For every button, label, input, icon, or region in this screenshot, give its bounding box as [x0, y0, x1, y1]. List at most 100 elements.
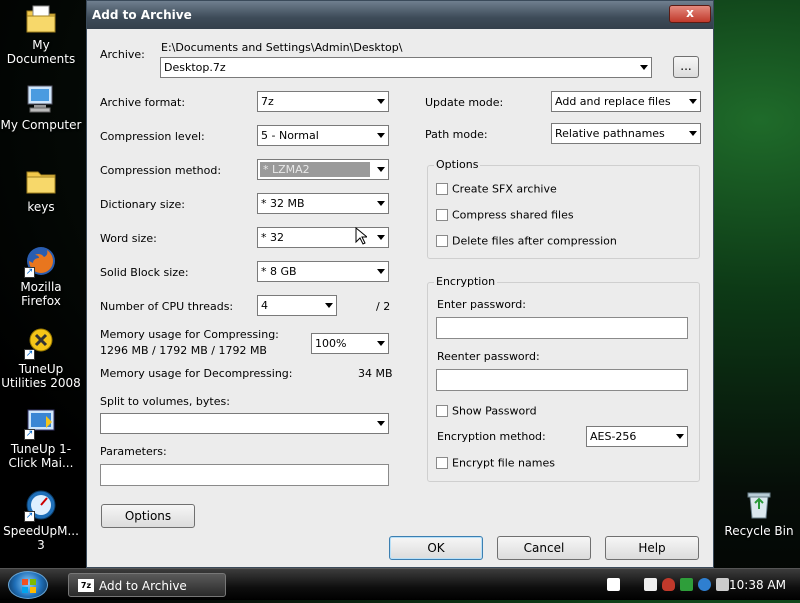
document-tray-icon[interactable]	[644, 578, 657, 591]
desktop-icon-label: TuneUp 1-Click Mai...	[8, 442, 74, 470]
dictionary-size-select[interactable]: * 32 MB	[257, 193, 389, 214]
browse-button[interactable]: ...	[673, 56, 699, 78]
chevron-down-icon	[689, 99, 697, 104]
ok-button[interactable]: OK	[389, 536, 483, 560]
desktop-icon-firefox[interactable]: ↗ Mozilla Firefox	[0, 244, 82, 308]
archive-format-value: 7z	[261, 95, 274, 108]
update-mode-label: Update mode:	[425, 96, 504, 109]
solid-block-size-select[interactable]: * 8 GB	[257, 261, 389, 282]
folder-icon	[24, 164, 58, 198]
desktop-icon-tuneup-utilities[interactable]: ↗ TuneUp Utilities 2008	[0, 326, 82, 390]
solid-block-size-label: Solid Block size:	[100, 266, 189, 279]
taskbar-item-label: Add to Archive	[99, 579, 187, 593]
reenter-password-input[interactable]	[436, 369, 688, 391]
taskbar: 7z Add to Archive 10:38 AM	[0, 568, 800, 600]
encrypt-names-checkbox[interactable]: Encrypt file names	[436, 456, 555, 470]
archive-label: Archive:	[100, 48, 145, 61]
compression-level-value: 5 - Normal	[261, 129, 319, 142]
checkbox-box[interactable]	[436, 405, 448, 417]
create-sfx-checkbox[interactable]: Create SFX archive	[436, 182, 557, 196]
desktop-icon-label: My Documents	[6, 38, 76, 66]
memory-compress-detail: 1296 MB / 1792 MB / 1792 MB	[100, 344, 267, 357]
compression-level-select[interactable]: 5 - Normal	[257, 125, 389, 146]
shortcut-arrow-icon: ↗	[24, 267, 35, 278]
dialog-titlebar[interactable]: Add to Archive x	[87, 1, 713, 29]
archive-name-combo[interactable]: Desktop.7z	[160, 57, 652, 78]
checkbox-box[interactable]	[436, 183, 448, 195]
help-tray-icon[interactable]	[607, 578, 620, 591]
checkbox-box[interactable]	[436, 209, 448, 221]
chevron-down-icon	[377, 269, 385, 274]
compression-method-select[interactable]: * LZMA2	[257, 159, 389, 180]
speedup-icon: ↗	[24, 488, 58, 522]
enter-password-input[interactable]	[436, 317, 688, 339]
cpu-threads-select[interactable]: 4	[257, 295, 337, 316]
delete-after-checkbox[interactable]: Delete files after compression	[436, 234, 617, 248]
chevron-down-icon	[676, 434, 684, 439]
split-volumes-combo[interactable]	[100, 413, 389, 434]
cpu-threads-value: 4	[261, 299, 268, 312]
shortcut-arrow-icon: ↗	[24, 511, 35, 522]
shield-tray-icon[interactable]	[662, 578, 675, 591]
solid-block-size-value: * 8 GB	[261, 265, 297, 278]
compress-shared-checkbox[interactable]: Compress shared files	[436, 208, 574, 222]
word-size-value: * 32	[261, 231, 284, 244]
dictionary-size-value: * 32 MB	[261, 197, 305, 210]
close-button[interactable]: x	[669, 5, 711, 23]
parameters-label: Parameters:	[100, 445, 167, 458]
memory-compress-label: Memory usage for Compressing:	[100, 328, 279, 341]
shortcut-arrow-icon: ↗	[24, 349, 35, 360]
mouse-cursor-icon	[355, 227, 367, 245]
my-computer-icon	[24, 82, 58, 116]
encryption-method-value: AES-256	[590, 430, 637, 443]
start-button[interactable]	[8, 571, 48, 599]
desktop-icon-my-computer[interactable]: My Computer	[0, 82, 82, 132]
desktop-icon-label: TuneUp Utilities 2008	[1, 362, 81, 390]
desktop-icon-keys[interactable]: keys	[0, 164, 82, 214]
options-button[interactable]: Options	[101, 504, 195, 528]
taskbar-item-add-to-archive[interactable]: 7z Add to Archive	[68, 573, 226, 597]
encryption-method-select[interactable]: AES-256	[586, 426, 688, 447]
cpu-threads-label: Number of CPU threads:	[100, 300, 234, 313]
help-button[interactable]: Help	[605, 536, 699, 560]
memory-usage-select[interactable]: 100%	[311, 333, 389, 354]
encryption-group-title: Encryption	[434, 275, 498, 288]
cancel-button[interactable]: Cancel	[497, 536, 591, 560]
word-size-select[interactable]: * 32	[257, 227, 389, 248]
speedup-tray-icon[interactable]	[698, 578, 711, 591]
minimize-button[interactable]	[639, 5, 669, 23]
desktop-icon-tuneup-1click[interactable]: ↗ TuneUp 1-Click Mai...	[0, 406, 82, 470]
my-documents-icon	[24, 2, 58, 36]
desktop-icon-label: Mozilla Firefox	[20, 280, 62, 308]
desktop-icon-speedup[interactable]: ↗ SpeedUpM... 3	[0, 488, 82, 552]
parameters-input[interactable]	[100, 464, 389, 486]
update-mode-select[interactable]: Add and replace files	[551, 91, 701, 112]
desktop-icon-recycle-bin[interactable]: Recycle Bin	[718, 488, 800, 538]
desktop-icon-my-documents[interactable]: My Documents	[0, 2, 82, 66]
chevron-down-icon	[377, 201, 385, 206]
tuneup-1click-icon: ↗	[24, 406, 58, 440]
archive-format-select[interactable]: 7z	[257, 91, 389, 112]
cpu-threads-max: / 2	[376, 300, 391, 313]
network-tray-icon[interactable]	[680, 578, 693, 591]
chevron-down-icon	[377, 133, 385, 138]
compression-level-label: Compression level:	[100, 130, 205, 143]
compression-method-value: * LZMA2	[260, 162, 370, 177]
checkbox-box[interactable]	[436, 457, 448, 469]
show-password-checkbox[interactable]: Show Password	[436, 404, 537, 418]
path-mode-select[interactable]: Relative pathnames	[551, 123, 701, 144]
7zip-icon: 7z	[78, 579, 94, 592]
encryption-method-label: Encryption method:	[437, 430, 546, 443]
add-to-archive-dialog: Add to Archive x Archive: E:\Documents a…	[86, 0, 714, 568]
volume-tray-icon[interactable]	[716, 578, 729, 591]
taskbar-clock[interactable]: 10:38 AM	[729, 578, 786, 592]
memory-usage-value: 100%	[315, 337, 347, 350]
tuneup-icon: ↗	[24, 326, 58, 360]
word-size-label: Word size:	[100, 232, 157, 245]
encrypt-names-label: Encrypt file names	[452, 456, 555, 470]
desktop-icon-label: SpeedUpM... 3	[3, 524, 79, 552]
desktop-icon-label: My Computer	[0, 118, 82, 132]
checkbox-box[interactable]	[436, 235, 448, 247]
archive-path: E:\Documents and Settings\Admin\Desktop\	[161, 41, 403, 54]
chevron-down-icon	[377, 99, 385, 104]
